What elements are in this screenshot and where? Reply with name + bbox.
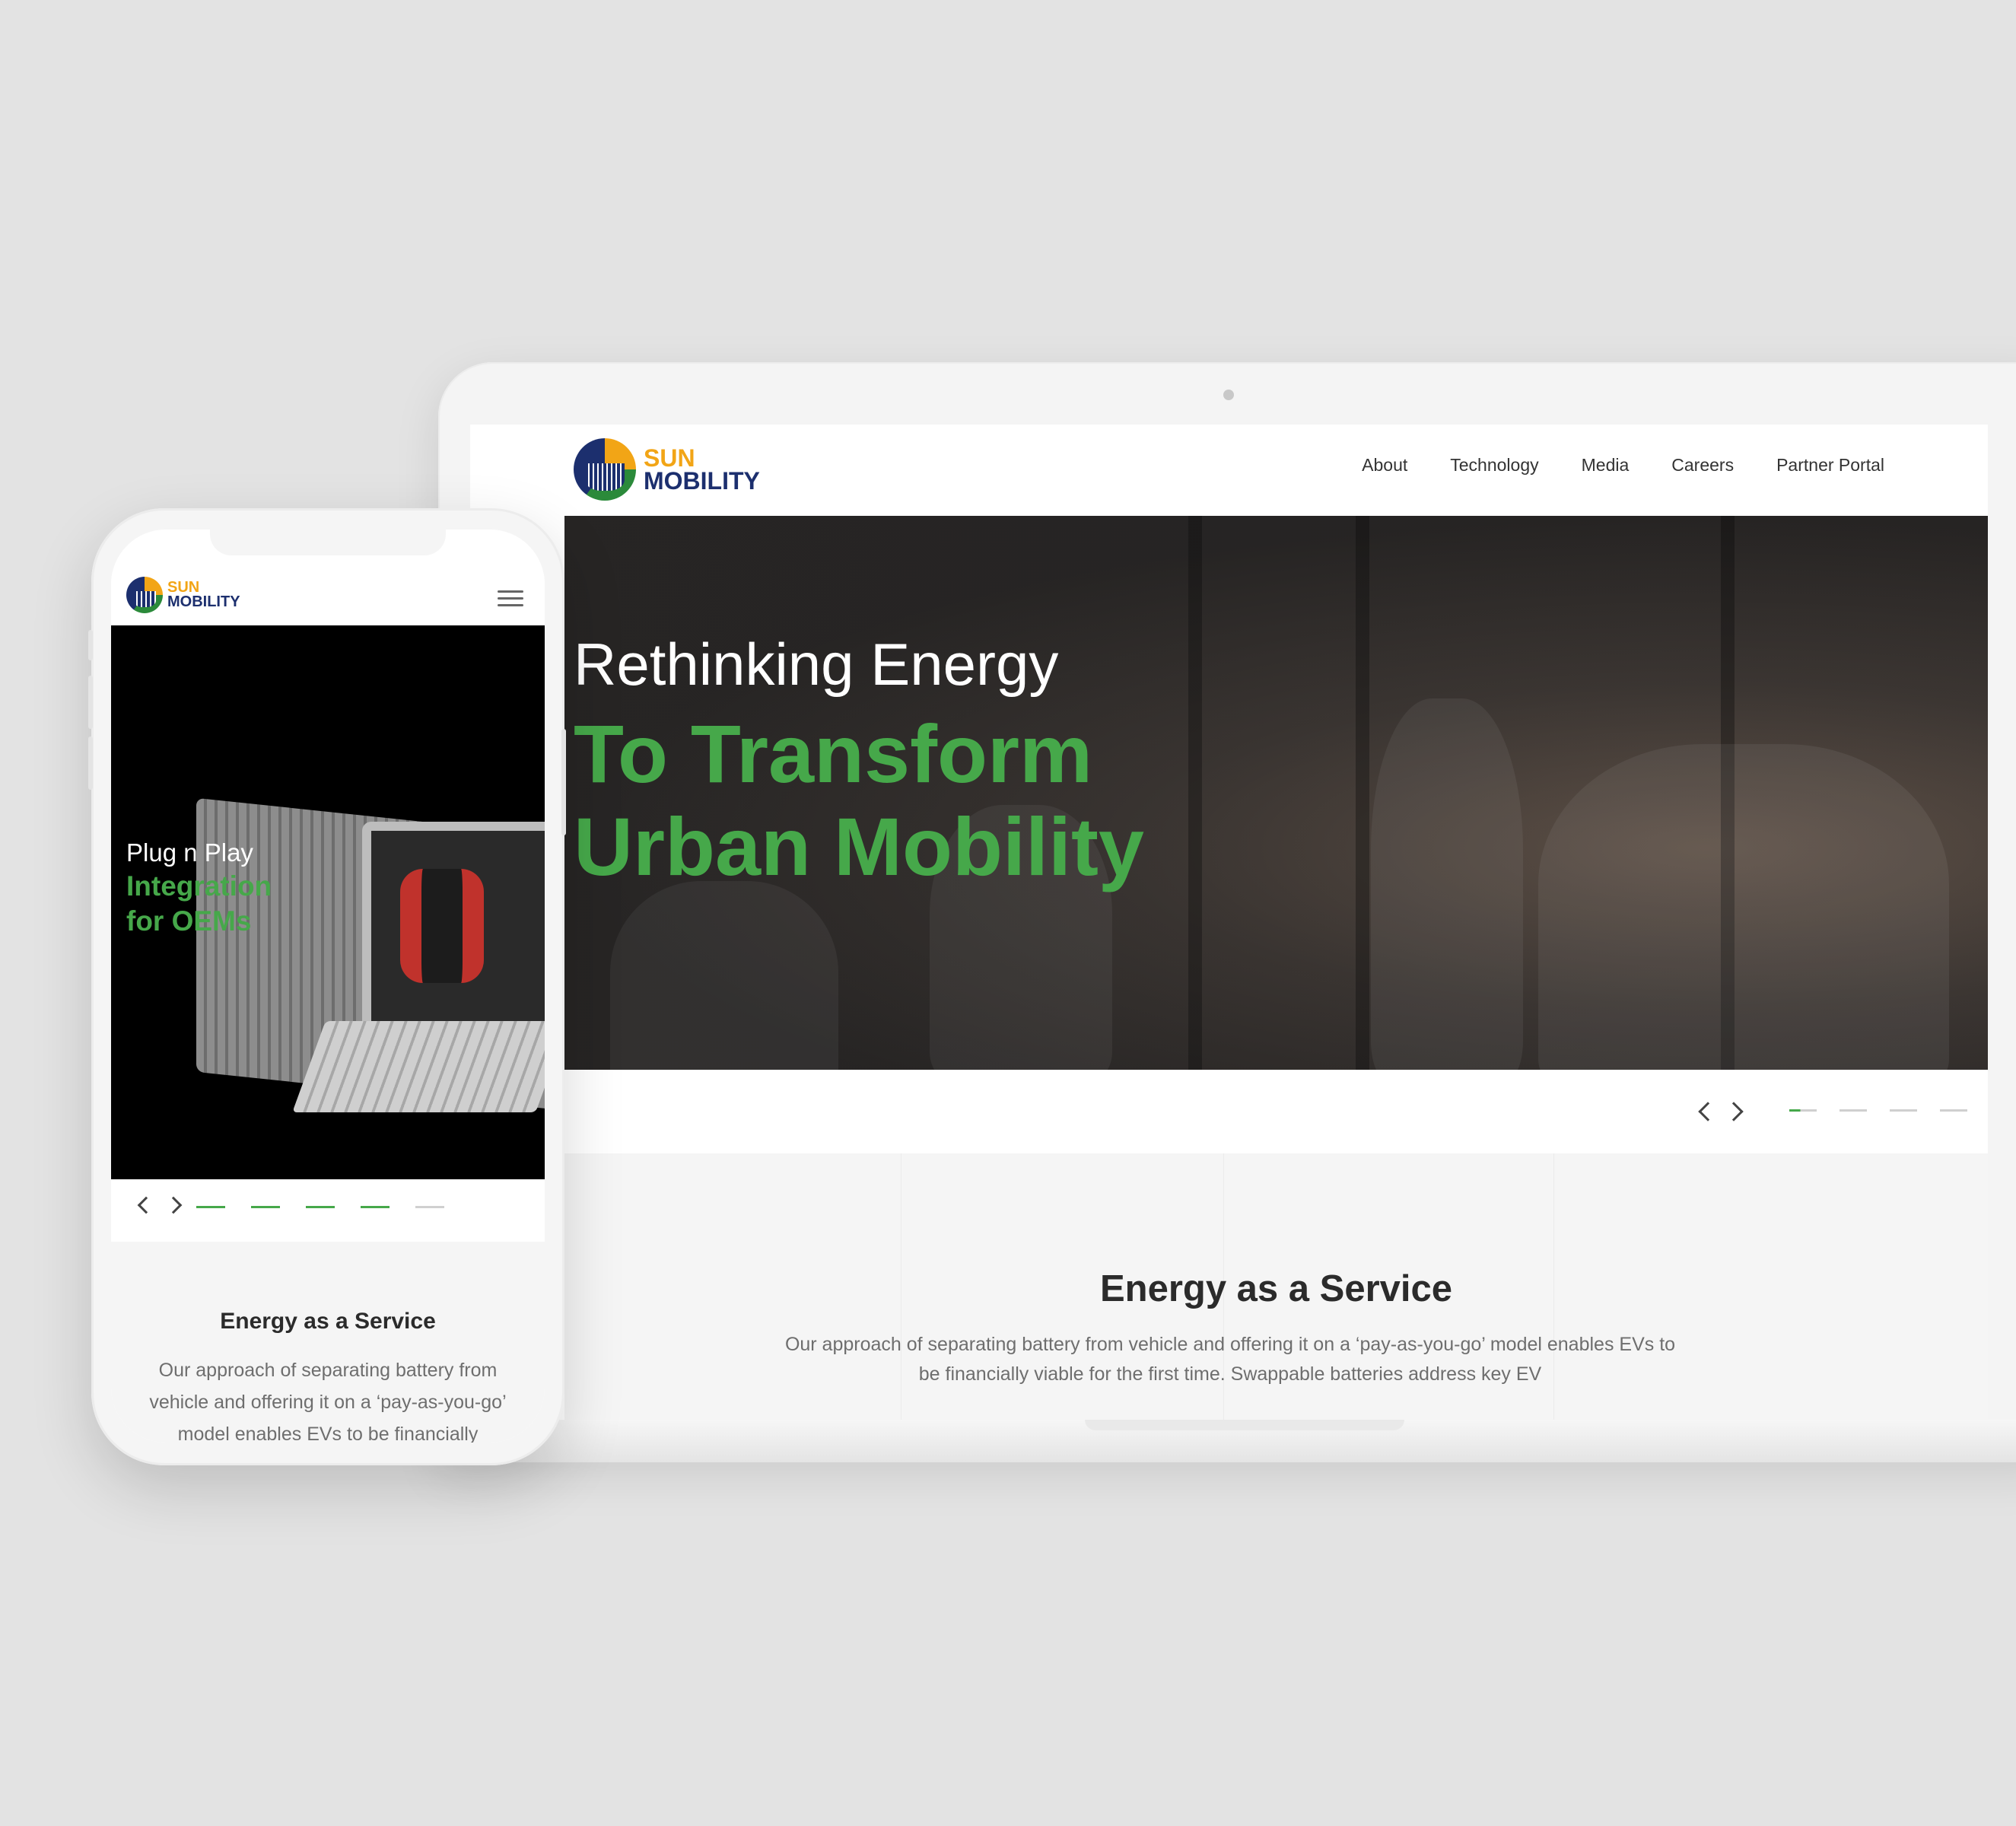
laptop-notch [1085, 1420, 1404, 1430]
section-body: Our approach of separating battery from … [784, 1334, 1676, 1385]
section-body: Our approach of separating battery from … [149, 1360, 507, 1443]
mobile-slider-controls [111, 1179, 545, 1242]
hero-slider-controls [470, 1070, 1988, 1153]
logo-text-sun: SUN [644, 444, 695, 472]
section-title: Energy as a Service [220, 1309, 436, 1334]
energy-service-section: Energy as a Service Our approach of sepa… [564, 1153, 1988, 1420]
mobile-hero-line1: Plug n Play [126, 838, 253, 867]
phone-side-button [561, 729, 566, 835]
nav-media[interactable]: Media [1582, 455, 1630, 476]
logo-globe-icon [574, 438, 636, 501]
main-nav: About Technology Media Careers Partner P… [1362, 455, 1884, 476]
chevron-right-icon[interactable] [164, 1196, 183, 1214]
sun-mobility-logo[interactable]: SUN MOBILITY [574, 438, 760, 501]
slider-dot-2[interactable] [251, 1206, 280, 1208]
slider-dot-3[interactable] [1890, 1109, 1917, 1112]
mobile-hero-line3: for OEMs [126, 905, 252, 937]
mobile-hero-line2: Integration [126, 870, 272, 902]
hero-heading-line1: Rethinking Energy [574, 631, 1059, 698]
chevron-left-icon[interactable] [137, 1196, 155, 1214]
slider-dot-5[interactable] [415, 1206, 444, 1208]
hero-heading-line3: Urban Mobility [574, 800, 1144, 892]
phone-notch [210, 530, 446, 555]
mobile-hero-banner: Plug n Play Integration for OEMs [111, 625, 545, 1179]
nav-technology[interactable]: Technology [1450, 455, 1538, 476]
sun-mobility-logo[interactable]: SUN MOBILITY [126, 577, 240, 613]
mobile-screen: SUN MOBILITY Plug n Play Integration for… [111, 530, 545, 1443]
phone-side-button [88, 630, 93, 660]
phone-side-button [88, 736, 93, 790]
nav-about[interactable]: About [1362, 455, 1407, 476]
slider-dot-1[interactable] [1789, 1109, 1817, 1112]
slider-dot-1[interactable] [196, 1206, 225, 1208]
phone-side-button [88, 676, 93, 729]
logo-globe-icon [126, 577, 163, 613]
phone-mockup: SUN MOBILITY Plug n Play Integration for… [88, 508, 566, 1465]
hamburger-menu-icon[interactable] [498, 590, 523, 607]
laptop-mockup: SUN MOBILITY About Technology Media Care… [438, 362, 2016, 1462]
slider-dot-4[interactable] [1940, 1109, 1967, 1112]
slider-dot-4[interactable] [361, 1206, 390, 1208]
hero-heading-line2: To Transform [574, 708, 1093, 800]
section-title: Energy as a Service [1099, 1268, 1453, 1309]
mobile-energy-service-section: Energy as a Service Our approach of sepa… [111, 1242, 545, 1443]
slider-dot-2[interactable] [1840, 1109, 1867, 1112]
slider-dot-3[interactable] [306, 1206, 335, 1208]
logo-text-mobility: MOBILITY [644, 467, 760, 495]
hero-banner: Rethinking Energy To Transform Urban Mob… [564, 516, 1988, 1070]
camera-dot [1223, 390, 1234, 400]
chevron-left-icon[interactable] [1698, 1102, 1718, 1121]
nav-careers[interactable]: Careers [1671, 455, 1734, 476]
logo-text-mobility: MOBILITY [167, 593, 240, 610]
desktop-header: SUN MOBILITY About Technology Media Care… [470, 425, 1988, 516]
nav-partner-portal[interactable]: Partner Portal [1776, 455, 1884, 476]
chevron-right-icon[interactable] [1724, 1102, 1744, 1121]
desktop-screen: SUN MOBILITY About Technology Media Care… [470, 425, 1988, 1420]
